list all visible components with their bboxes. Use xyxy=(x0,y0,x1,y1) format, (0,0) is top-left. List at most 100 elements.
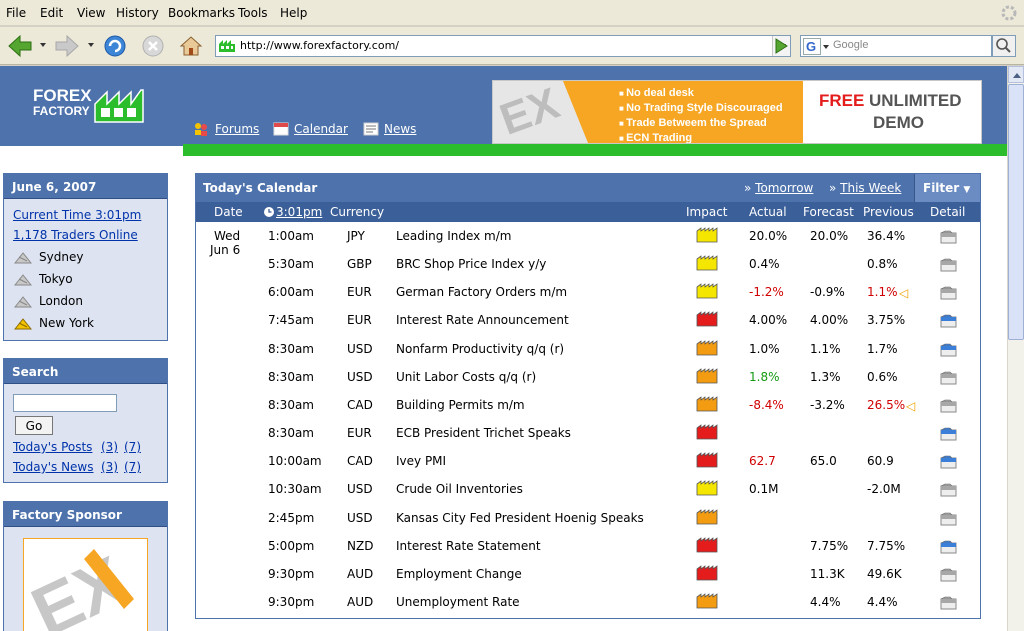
high-impact-icon[interactable] xyxy=(696,536,718,553)
banner-unlimited: UNLIMITED xyxy=(869,91,962,110)
url-text: http://www.forexfactory.com/ xyxy=(240,39,400,52)
event-time: 10:30am xyxy=(268,482,322,497)
menu-history[interactable]: History xyxy=(116,6,159,20)
menu-file[interactable]: File xyxy=(6,6,26,20)
revised-arrow-icon: ◁ xyxy=(906,398,916,413)
event-name: Building Permits m/m xyxy=(396,397,525,412)
event-time: 9:30pm xyxy=(268,566,315,581)
back-dropdown-icon[interactable] xyxy=(40,43,46,47)
event-name: ECB President Trichet Speaks xyxy=(396,426,571,441)
tomorrow-link[interactable]: » Tomorrow xyxy=(744,181,813,195)
logo-text-forex: FOREX xyxy=(33,86,92,105)
event-actual: 4.00% xyxy=(749,313,788,328)
news-link[interactable]: News xyxy=(384,122,416,136)
search-go-button[interactable]: Go xyxy=(15,416,53,435)
event-currency: EUR xyxy=(347,426,372,441)
scroll-thumb[interactable] xyxy=(1008,84,1024,340)
high-impact-icon[interactable] xyxy=(696,564,718,581)
search-go-button[interactable] xyxy=(992,35,1016,57)
factory-logo-icon xyxy=(94,89,144,123)
web-search-box[interactable]: G Google xyxy=(800,35,992,57)
efx-logo-icon: EX xyxy=(493,81,613,143)
medium-impact-icon[interactable] xyxy=(696,508,718,525)
event-time: 8:30am xyxy=(268,397,314,412)
todays-news-count-a[interactable]: (3) xyxy=(101,460,118,474)
google-engine-icon[interactable]: G xyxy=(803,38,831,55)
event-detail-icon[interactable] xyxy=(940,371,957,385)
event-detail-icon[interactable] xyxy=(940,540,957,554)
menu-view[interactable]: View xyxy=(77,6,105,20)
event-previous: 3.75% xyxy=(867,313,906,328)
event-previous: -2.0M xyxy=(867,482,901,497)
event-detail-icon[interactable] xyxy=(940,258,957,272)
chevron-up-icon xyxy=(1013,73,1021,78)
date-box: June 6, 2007 Current Time 3:01pm 1,178 T… xyxy=(3,173,168,341)
forums-link[interactable]: Forums xyxy=(215,122,259,136)
event-detail-icon[interactable] xyxy=(940,286,957,300)
event-time: 5:00pm xyxy=(268,538,315,553)
event-detail-icon[interactable] xyxy=(940,483,957,497)
forward-dropdown-icon[interactable] xyxy=(88,43,94,47)
event-previous: 36.4% xyxy=(867,229,906,243)
vertical-scrollbar[interactable] xyxy=(1007,66,1024,631)
calendar-row: 10:00am CAD Ivey PMI 62.7 65.0 60.9 xyxy=(196,447,980,475)
event-detail-icon[interactable] xyxy=(940,314,957,328)
event-detail-icon[interactable] xyxy=(940,512,957,526)
low-impact-icon[interactable] xyxy=(696,227,718,243)
low-impact-icon[interactable] xyxy=(696,283,718,299)
menu-edit[interactable]: Edit xyxy=(40,6,63,20)
go-arrow-icon[interactable] xyxy=(770,35,792,57)
efx-group-banner[interactable]: EX No deal desk No Trading Style Discour… xyxy=(492,80,982,144)
banner-bullets: No deal desk No Trading Style Discourage… xyxy=(619,86,782,143)
high-impact-icon[interactable] xyxy=(696,452,718,468)
menu-tools[interactable]: Tools xyxy=(238,6,268,20)
todays-posts-count-a[interactable]: (3) xyxy=(101,440,118,454)
event-name: Leading Index m/m xyxy=(396,229,512,243)
event-detail-icon[interactable] xyxy=(940,568,957,582)
medium-impact-icon[interactable] xyxy=(696,339,718,356)
menu-help[interactable]: Help xyxy=(280,6,307,20)
event-detail-icon[interactable] xyxy=(940,455,957,469)
sponsor-ad[interactable]: EX xyxy=(23,538,148,631)
reload-icon[interactable] xyxy=(101,32,129,60)
this-week-link[interactable]: » This Week xyxy=(829,181,901,195)
event-detail-icon[interactable] xyxy=(940,230,957,244)
banner-demo: DEMO xyxy=(873,113,924,132)
todays-posts-link[interactable]: Today's Posts xyxy=(13,440,92,454)
medium-impact-icon[interactable] xyxy=(696,396,718,412)
event-forecast: 11.3K xyxy=(810,566,845,581)
calendar-row: 5:30am GBP BRC Shop Price Index y/y 0.4% 0.8… xyxy=(196,250,980,278)
todays-posts-count-b[interactable]: (7) xyxy=(124,440,141,454)
medium-impact-icon[interactable] xyxy=(696,593,718,609)
scroll-up-button[interactable] xyxy=(1008,66,1024,83)
event-previous: 49.6K xyxy=(867,566,902,581)
todays-news-link[interactable]: Today's News xyxy=(13,460,94,474)
back-icon[interactable] xyxy=(6,32,34,60)
site-search-input[interactable] xyxy=(13,394,117,412)
filter-button[interactable]: Filter ▼ xyxy=(914,174,980,202)
high-impact-icon[interactable] xyxy=(696,311,718,327)
event-detail-icon[interactable] xyxy=(940,343,957,357)
low-impact-icon[interactable] xyxy=(696,480,718,496)
calendar-link[interactable]: Calendar xyxy=(294,122,348,136)
event-currency: USD xyxy=(347,341,373,356)
address-bar[interactable]: http://www.forexfactory.com/ xyxy=(215,35,791,57)
event-detail-icon[interactable] xyxy=(940,596,957,610)
col-time-link[interactable]: 3:01pm xyxy=(276,205,322,219)
high-impact-icon[interactable] xyxy=(696,424,718,440)
stop-icon[interactable] xyxy=(139,32,167,60)
event-name: Kansas City Fed President Hoenig Speaks xyxy=(396,510,644,525)
event-detail-icon[interactable] xyxy=(940,399,957,413)
forward-icon[interactable] xyxy=(53,32,81,60)
traders-online-link[interactable]: 1,178 Traders Online xyxy=(13,228,138,242)
low-impact-icon[interactable] xyxy=(696,255,718,271)
banner-free: FREE xyxy=(819,91,865,110)
city-tokyo: Tokyo xyxy=(39,272,73,286)
sponsor-box: Factory Sponsor EX xyxy=(3,501,168,631)
medium-impact-icon[interactable] xyxy=(696,367,718,384)
current-time-link[interactable]: Current Time 3:01pm xyxy=(13,208,141,222)
home-icon[interactable] xyxy=(177,32,205,60)
event-detail-icon[interactable] xyxy=(940,427,957,441)
todays-news-count-b[interactable]: (7) xyxy=(124,460,141,474)
menu-bookmarks[interactable]: Bookmarks xyxy=(168,6,235,20)
